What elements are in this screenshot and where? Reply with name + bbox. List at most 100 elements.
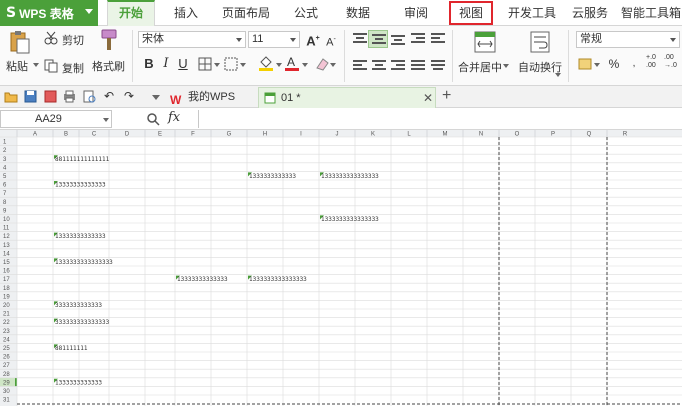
row-header-23[interactable]: 23 [3,329,10,335]
zoom-search-icon[interactable] [146,112,160,126]
row-header-30[interactable]: 30 [3,389,10,395]
tab-cloud[interactable]: 云服务 [566,0,614,26]
name-box[interactable]: AA29 [0,110,112,128]
cell-j5[interactable]: 1333333333333333 [321,173,379,180]
column-header-c[interactable]: C [92,132,97,138]
column-header-o[interactable]: O [515,132,520,138]
font-name-select[interactable]: 宋体 [138,31,246,48]
column-header-r[interactable]: R [623,132,628,138]
border-icon[interactable] [198,57,212,71]
align-top-icon[interactable] [352,32,368,46]
justify-icon[interactable] [410,59,426,73]
row-header-19[interactable]: 19 [3,294,10,300]
column-header-n[interactable]: N [479,132,483,138]
increase-indent-icon[interactable] [430,32,446,46]
row-header-28[interactable]: 28 [3,372,10,378]
row-header-17[interactable]: 17 [3,277,10,283]
insert-function-icon[interactable]: fx [168,110,180,125]
formula-input[interactable] [198,110,682,128]
merge-center-icon[interactable] [474,31,496,53]
app-menu-button[interactable]: S WPS 表格 [0,0,98,26]
increase-decimal-icon[interactable]: +.0.00 [646,54,656,70]
format-painter-button[interactable]: 格式刷 [92,58,125,74]
cell-b20[interactable]: 3333333333333 [55,302,102,309]
undo-icon[interactable]: ↶ [104,89,114,103]
cell-b25[interactable]: 881111111 [55,345,88,352]
tab-insert[interactable]: 插入 [164,0,208,26]
print-preview-icon[interactable] [83,90,96,103]
copy-icon[interactable] [44,59,58,73]
tab-smart-toolbox[interactable]: 智能工具箱 [620,0,682,26]
cell-b12[interactable]: 13333333333333 [55,233,106,240]
merge-center-button[interactable]: 合并居中 [458,59,502,75]
decrease-decimal-icon[interactable]: .00 →.0 [664,54,677,70]
font-size-select[interactable]: 11 [248,31,300,48]
percent-icon[interactable]: % [606,56,622,72]
scissors-icon[interactable] [44,31,58,45]
column-header-f[interactable]: F [191,132,195,138]
row-header-13[interactable]: 13 [3,243,10,249]
column-header-e[interactable]: E [158,132,162,138]
cell-j10[interactable]: 1333333333333333 [321,216,379,223]
tab-review[interactable]: 审阅 [394,0,438,26]
tab-my-wps[interactable]: W 我的WPS [166,87,256,108]
cell-b6[interactable]: 13333333333333 [55,182,106,189]
align-center-icon[interactable] [371,59,387,73]
row-header-31[interactable]: 31 [3,398,10,404]
paste-button[interactable]: 粘贴 [6,58,28,74]
merge-center-dropdown-icon[interactable] [503,64,509,68]
underline-icon[interactable]: U [175,56,191,72]
column-header-j[interactable]: J [336,132,339,138]
new-tab-plus-icon[interactable]: + [442,87,451,105]
align-middle-icon[interactable] [368,30,388,48]
name-box-dropdown-icon[interactable] [103,118,109,122]
column-header-m[interactable]: M [443,132,448,138]
paste-icon[interactable] [8,30,30,54]
clear-format-icon[interactable] [314,56,330,72]
row-header-14[interactable]: 14 [3,251,10,257]
cell-b29[interactable]: 1333333333333 [55,379,102,386]
row-header-24[interactable]: 24 [3,337,10,343]
border-dropdown-icon[interactable] [214,63,220,67]
number-format-select[interactable]: 常规 [576,31,680,48]
column-header-q[interactable]: Q [587,132,592,138]
row-header-12[interactable]: 12 [3,234,10,240]
decrease-indent-icon[interactable] [410,32,426,46]
tab-formulas[interactable]: 公式 [284,0,328,26]
font-color-icon[interactable]: A [284,54,300,72]
cell-h17[interactable]: 1333333333333333 [249,276,307,283]
cell-h5[interactable]: 1333333333333 [249,173,296,180]
column-header-g[interactable]: G [227,132,232,138]
merge-borders-icon[interactable] [224,57,238,71]
row-header-25[interactable]: 25 [3,346,10,352]
column-header-b[interactable]: B [64,132,68,138]
row-header-26[interactable]: 26 [3,355,10,361]
cell-b3[interactable]: 881111111111111 [55,156,110,163]
decrease-font-icon[interactable]: A- [323,32,339,49]
tab-data[interactable]: 数据 [336,0,380,26]
distributed-align-icon[interactable] [430,59,446,73]
clear-format-dropdown-icon[interactable] [330,63,336,67]
row-header-18[interactable]: 18 [3,286,10,292]
bold-icon[interactable]: B [141,56,157,72]
fill-color-dropdown-icon[interactable] [276,63,282,67]
tab-page-layout[interactable]: 页面布局 [214,0,278,26]
row-header-16[interactable]: 16 [3,269,10,275]
row-header-27[interactable]: 27 [3,363,10,369]
spreadsheet-grid[interactable]: A B C D E F G H I J K L M N O P Q R 1 2 3 4 5 6 7 8 9 10 11 12 13 14 15 1… [0,130,682,406]
cell-b22[interactable]: 333333333333333 [55,319,110,326]
print-icon[interactable] [63,90,76,103]
copy-button[interactable]: 复制 [62,60,84,76]
align-left-icon[interactable] [352,59,368,73]
grid-canvas[interactable]: A B C D E F G H I J K L M N O P Q R1234567891011121314151… [0,130,682,406]
close-tab-icon[interactable]: ✕ [423,88,433,108]
format-painter-icon[interactable] [98,28,120,54]
tab-view[interactable]: 视图 [449,1,493,25]
row-header-10[interactable]: 10 [3,217,10,223]
cell-b15[interactable]: 1333333333333333 [55,259,113,266]
tab-developer[interactable]: 开发工具 [502,0,562,26]
merge-borders-dropdown-icon[interactable] [240,63,246,67]
open-folder-icon[interactable] [4,90,18,103]
cell-f17[interactable]: 13333333333333 [177,276,228,283]
customize-toolbar-icon[interactable] [152,95,160,100]
